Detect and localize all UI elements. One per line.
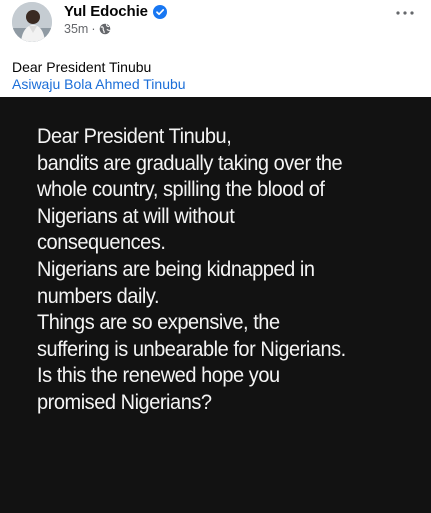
caption-text: Dear President Tinubu xyxy=(12,59,152,75)
author-block: Yul Edochie 35m · xyxy=(64,3,167,36)
post-caption: Dear President Tinubu Asiwaju Bola Ahmed… xyxy=(12,59,186,93)
image-text-block: Dear President Tinubu, bandits are gradu… xyxy=(37,123,390,416)
image-text-line: numbers daily. xyxy=(37,283,160,308)
image-text-line: Things are so expensive, the xyxy=(37,310,280,335)
more-options-button[interactable] xyxy=(393,6,417,20)
meta-separator: · xyxy=(91,22,96,36)
post-image[interactable]: Dear President Tinubu, bandits are gradu… xyxy=(0,97,431,513)
image-text-line: consequences. xyxy=(37,230,166,255)
avatar-image xyxy=(12,2,52,42)
globe-icon[interactable] xyxy=(99,23,111,35)
image-text-line: Is this the renewed hope you xyxy=(37,363,280,388)
author-row: Yul Edochie xyxy=(64,3,167,20)
post-time[interactable]: 35m xyxy=(64,22,88,36)
image-text-line: Nigerians are being kidnapped in xyxy=(37,256,315,281)
image-text-line: bandits are gradually taking over the xyxy=(37,150,343,175)
image-text-line: promised Nigerians? xyxy=(37,389,212,414)
more-options-icon xyxy=(396,11,414,15)
image-text-line: whole country, spilling the blood of xyxy=(37,177,325,202)
author-name[interactable]: Yul Edochie xyxy=(64,3,148,20)
image-text-line: suffering is unbearable for Nigerians. xyxy=(37,336,346,361)
tagged-profile-link[interactable]: Asiwaju Bola Ahmed Tinubu xyxy=(12,76,186,93)
image-text-line: Nigerians at will without xyxy=(37,203,235,228)
post-header: Yul Edochie 35m · xyxy=(0,0,431,58)
avatar[interactable] xyxy=(12,2,52,42)
verified-badge-icon xyxy=(152,4,167,19)
post-meta: 35m · xyxy=(64,22,167,36)
image-text-line: Dear President Tinubu, xyxy=(37,124,232,148)
